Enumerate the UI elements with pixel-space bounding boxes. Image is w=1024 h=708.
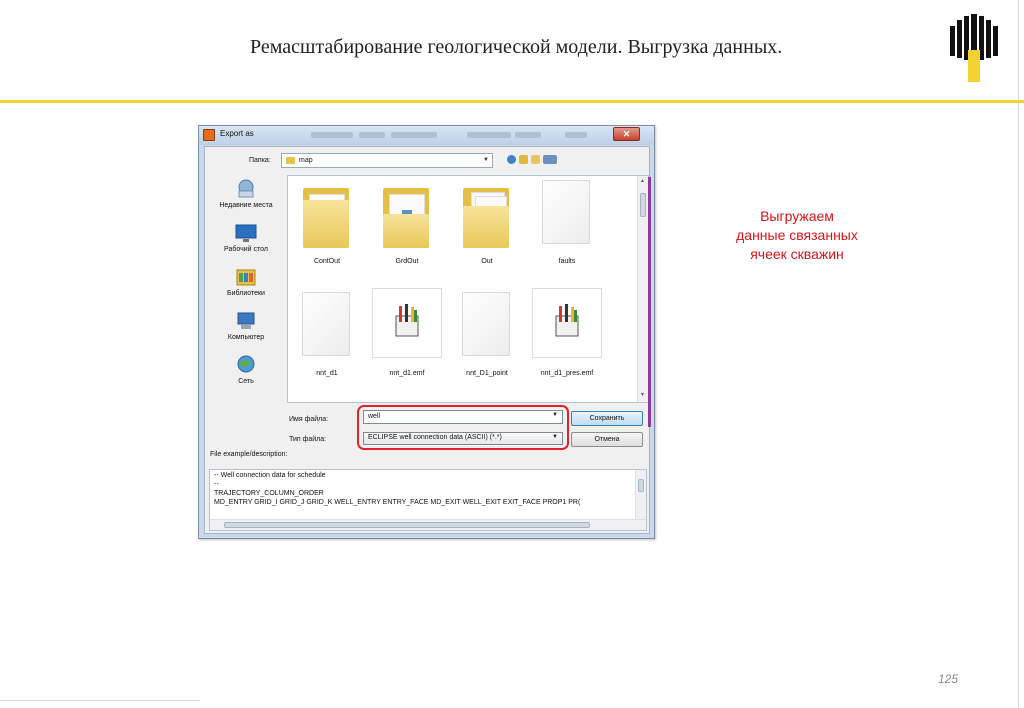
blurred-title-segment: [359, 132, 385, 138]
highlight-annotation: [357, 405, 569, 450]
callout-text: Выгружаем данные связанных ячеек скважин: [706, 207, 888, 264]
blurred-title-segment: [467, 132, 511, 138]
scroll-thumb[interactable]: [224, 522, 590, 528]
example-label: File example/description:: [210, 451, 288, 458]
cancel-button[interactable]: Отмена: [571, 432, 643, 447]
file-item[interactable]: nnt_d1.emf: [372, 288, 442, 384]
example-line: -- Well connection data for schedule: [214, 472, 326, 479]
scroll-down-icon[interactable]: ▼: [640, 392, 645, 398]
save-button[interactable]: Сохранить: [571, 411, 643, 426]
file-icon: [302, 292, 350, 356]
file-name: faults: [558, 258, 576, 265]
file-item[interactable]: ContOut: [292, 176, 362, 272]
file-item[interactable]: GrdOut: [372, 176, 442, 272]
place-computer[interactable]: Компьютер: [209, 311, 283, 341]
file-type-label: Тип файла:: [289, 436, 327, 443]
scroll-thumb[interactable]: [638, 479, 644, 492]
place-recent[interactable]: Недавние места: [209, 179, 283, 209]
file-item[interactable]: nnt_D1_point: [452, 288, 522, 384]
nav-toolbar: [505, 154, 567, 166]
callout-line: данные связанных: [736, 227, 858, 243]
file-item[interactable]: faults: [532, 176, 602, 272]
look-in-value: map: [299, 157, 313, 164]
example-line: MD_ENTRY GRID_I GRID_J GRID_K WELL_ENTRY…: [214, 499, 581, 506]
file-name: nnt_d1: [316, 370, 338, 377]
computer-icon: [235, 311, 257, 331]
file-name: GrdOut: [395, 258, 419, 265]
file-item[interactable]: nnt_d1: [292, 288, 362, 384]
file-name-label: Имя файла:: [289, 416, 329, 423]
folder-front: [303, 200, 349, 248]
file-icon: [462, 292, 510, 356]
new-folder-icon[interactable]: [531, 155, 540, 164]
file-icon: [542, 180, 590, 244]
example-line: --: [214, 481, 219, 488]
header-divider: [0, 100, 1024, 103]
paint-tools-icon: [395, 304, 419, 337]
blurred-title-segment: [565, 132, 587, 138]
recent-places-icon: [235, 179, 257, 199]
dialog-titlebar[interactable]: Export as ✕: [199, 126, 654, 145]
place-label: Компьютер: [227, 334, 265, 341]
folder-front: [383, 214, 429, 248]
file-name: Out: [481, 258, 493, 265]
page-number: 125: [938, 672, 959, 686]
blurred-title-segment: [515, 132, 541, 138]
dialog-title: Export as: [220, 129, 254, 138]
example-line: TRAJECTORY_COLUMN_ORDER: [214, 490, 324, 497]
app-icon: [203, 129, 215, 141]
callout-line: ячеек скважин: [750, 246, 844, 262]
scroll-up-icon[interactable]: ▲: [640, 178, 645, 184]
place-network[interactable]: Сеть: [209, 355, 283, 385]
file-name: ContOut: [313, 258, 341, 265]
back-icon[interactable]: [507, 155, 516, 164]
network-icon: [235, 355, 257, 375]
view-menu-icon[interactable]: [543, 155, 557, 164]
places-bar: Недавние места Рабочий стол Библиотеки К…: [209, 175, 283, 415]
page-title: Ремасштабирование геологической модели. …: [250, 36, 783, 58]
example-vscrollbar[interactable]: [635, 470, 646, 520]
example-hscrollbar[interactable]: [210, 519, 646, 530]
blurred-title-segment: [311, 132, 353, 138]
dialog-body: Папка: map ▼ Недавние места Рабочий стол…: [204, 146, 651, 534]
export-dialog: Export as ✕ Папка: map ▼ Недавние места …: [198, 125, 655, 539]
slide-right-border: [1018, 0, 1019, 708]
blurred-title-segment: [391, 132, 437, 138]
place-label: Рабочий стол: [224, 246, 268, 253]
close-button[interactable]: ✕: [613, 127, 640, 141]
callout-line: Выгружаем: [760, 208, 834, 224]
place-label: Недавние места: [219, 202, 273, 209]
place-label: Библиотеки: [227, 290, 265, 297]
folder-front: [463, 206, 509, 248]
folder-icon: [286, 157, 295, 164]
file-item[interactable]: nnt_d1_pres.emf: [532, 288, 602, 384]
place-label: Сеть: [238, 378, 254, 385]
file-item[interactable]: Out: [452, 176, 522, 272]
window-edge-accent: [648, 177, 651, 427]
file-name: nnt_d1.emf: [389, 370, 425, 377]
look-in-combo[interactable]: map ▼: [281, 153, 493, 168]
file-name: nnt_d1_pres.emf: [540, 370, 594, 377]
desktop-icon: [235, 223, 257, 243]
up-folder-icon[interactable]: [519, 155, 528, 164]
example-textbox[interactable]: -- Well connection data for schedule -- …: [209, 469, 647, 531]
file-list: ContOut GrdOut Out faults nnt_d1 nnt_d1.…: [287, 175, 649, 403]
look-in-label: Папка:: [249, 157, 271, 164]
place-libraries[interactable]: Библиотеки: [209, 267, 283, 297]
chevron-down-icon: ▼: [483, 157, 489, 163]
company-logo-icon: [950, 14, 998, 82]
place-desktop[interactable]: Рабочий стол: [209, 223, 283, 253]
file-name: nnt_D1_point: [466, 370, 508, 377]
libraries-icon: [235, 267, 257, 287]
file-list-scrollbar[interactable]: ▲ ▼: [637, 176, 648, 402]
scroll-thumb[interactable]: [640, 193, 646, 217]
paint-tools-icon: [555, 304, 579, 337]
slide-bottom-border: [0, 700, 200, 701]
